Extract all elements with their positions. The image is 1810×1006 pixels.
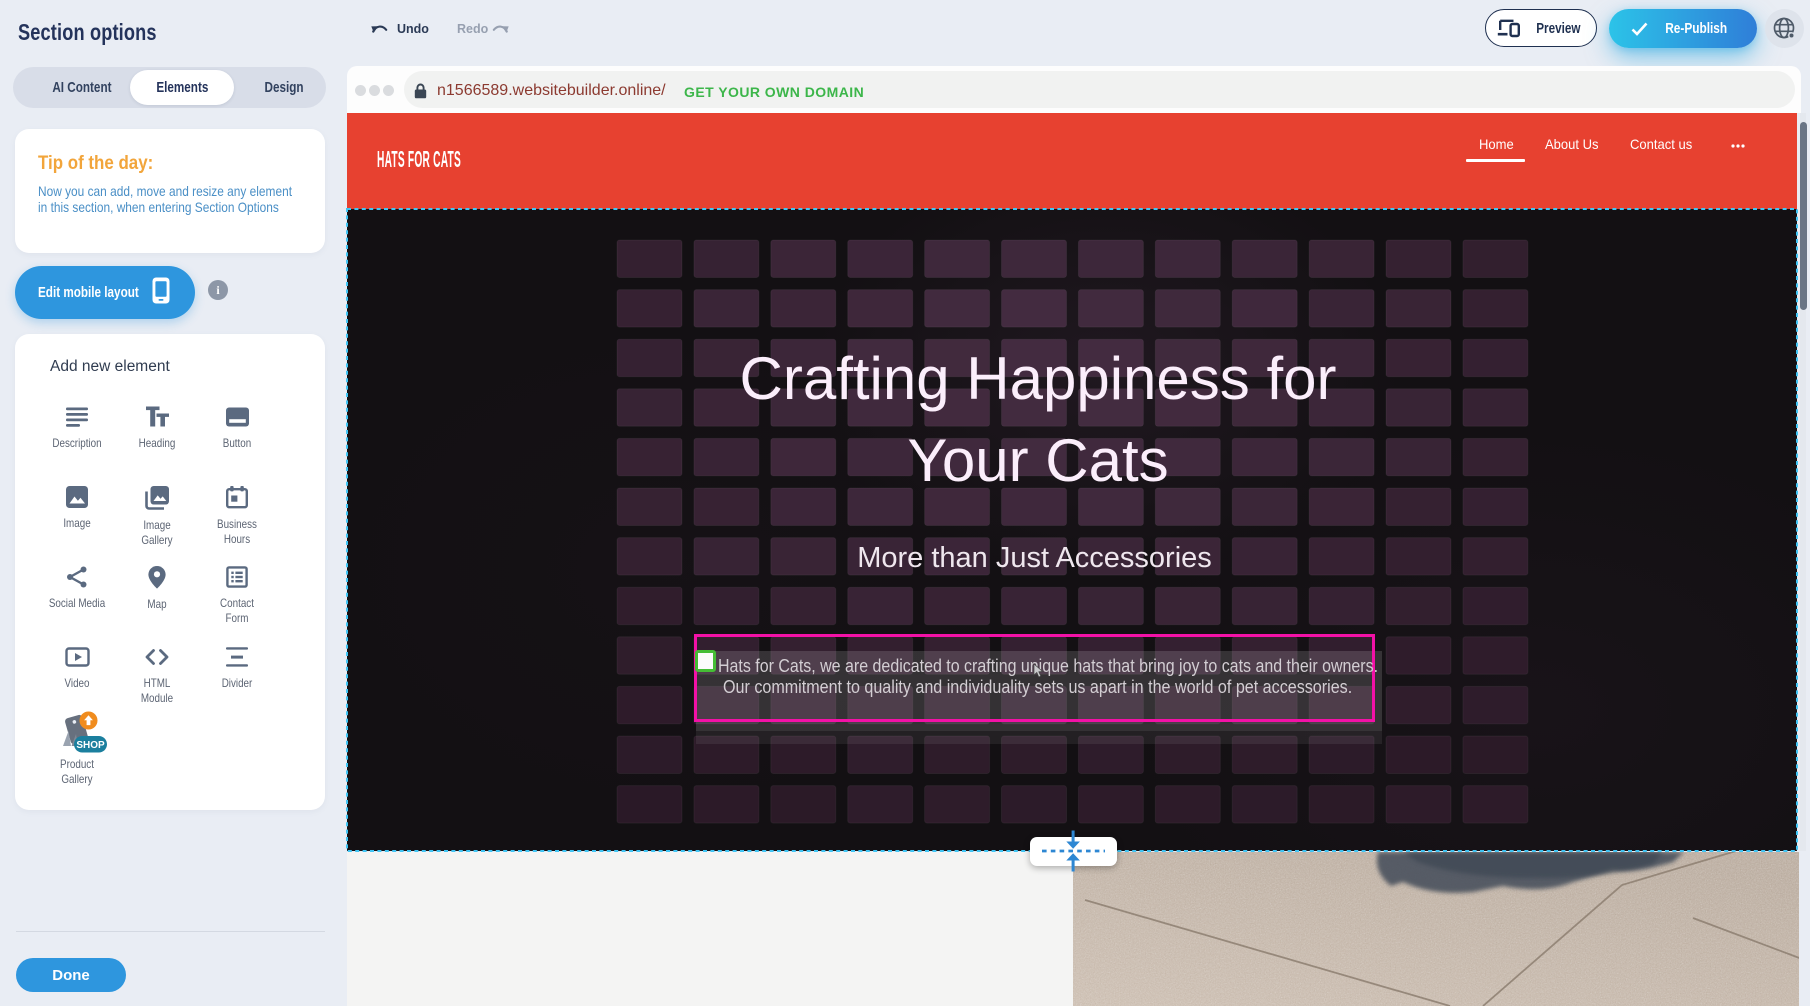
svg-text:SHOP: SHOP xyxy=(76,740,105,751)
